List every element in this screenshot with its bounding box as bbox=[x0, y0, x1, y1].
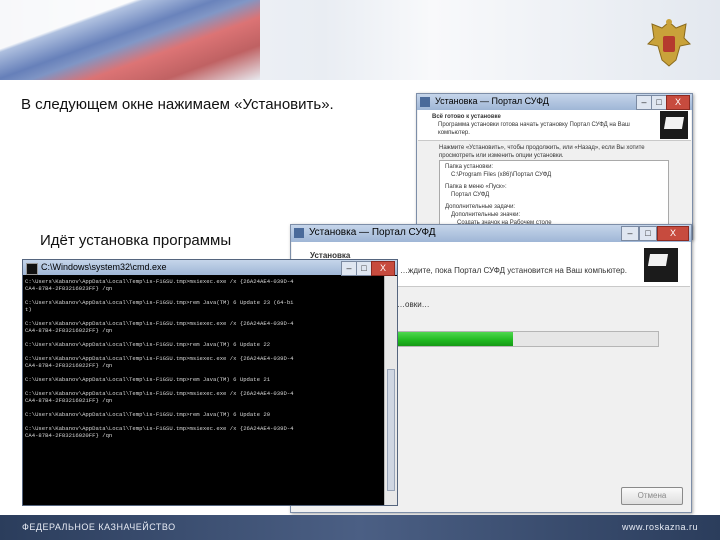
installer-logo-icon bbox=[660, 111, 688, 139]
ready-instruction: Нажмите «Установить», чтобы продолжить, … bbox=[439, 145, 645, 159]
cmd-line: C:\Users\Kabanov\AppData\Local\Temp\is-F… bbox=[25, 341, 271, 348]
cmd-line: C:\Users\Kabanov\AppData\Local\Temp\is-F… bbox=[25, 376, 271, 383]
minimize-button[interactable]: – bbox=[636, 95, 652, 110]
slide-caption-install: В следующем окне нажимаем «Установить». bbox=[21, 96, 334, 113]
ready-window-titlebar[interactable]: Установка — Портал СУФД – □ X bbox=[417, 94, 692, 110]
cmd-scroll-thumb[interactable] bbox=[387, 369, 395, 491]
cmd-line: C:\Users\Kabanov\AppData\Local\Temp\is-F… bbox=[25, 411, 271, 418]
cmd-output: C:\Users\Kabanov\AppData\Local\Temp\is-F… bbox=[23, 276, 385, 505]
footer-org: ФЕДЕРАЛЬНОЕ КАЗНАЧЕЙСТВО bbox=[22, 522, 176, 532]
ready-window-title: Установка — Портал СУФД bbox=[435, 96, 549, 106]
dest-value: C:\Program Files (x86)\Портал СУФД bbox=[451, 172, 552, 178]
dest-label: Папка установки: bbox=[445, 164, 494, 170]
ready-header: Всё готово к установке Программа установ… bbox=[418, 110, 691, 141]
cmd-line: t) bbox=[25, 306, 32, 313]
cmd-line: CA4-87B4-2F83216023FF} /qn bbox=[25, 285, 113, 292]
menu-value: Портал СУФД bbox=[451, 192, 490, 198]
close-button[interactable]: X bbox=[371, 261, 395, 276]
setup-icon bbox=[420, 97, 430, 107]
cmd-line: C:\Users\Kabanov\AppData\Local\Temp\is-F… bbox=[25, 278, 294, 285]
cmd-title: C:\Windows\system32\cmd.exe bbox=[41, 262, 167, 272]
maximize-button[interactable]: □ bbox=[651, 95, 667, 110]
cmd-line: C:\Users\Kabanov\AppData\Local\Temp\is-F… bbox=[25, 390, 294, 397]
close-button[interactable]: X bbox=[666, 95, 690, 110]
setup-icon bbox=[294, 228, 304, 238]
maximize-button[interactable]: □ bbox=[639, 226, 657, 241]
cmd-line bbox=[25, 348, 385, 355]
cmd-line bbox=[25, 383, 385, 390]
cmd-line: CA4-87B4-2F83216022FF} /qn bbox=[25, 362, 113, 369]
cmd-icon bbox=[26, 263, 38, 275]
extra-sub: Дополнительные значки: bbox=[451, 212, 521, 218]
cmd-line bbox=[25, 404, 385, 411]
progress-window-titlebar[interactable]: Установка — Портал СУФД – □ X bbox=[291, 225, 691, 242]
cmd-line: CA4-87B4-2F83216020FF} /qn bbox=[25, 432, 113, 439]
slide-caption-installing: Идёт установка программы bbox=[40, 232, 232, 249]
flag-graphic bbox=[0, 0, 260, 80]
maximize-button[interactable]: □ bbox=[356, 261, 372, 276]
extra-label: Дополнительные задачи: bbox=[445, 204, 516, 210]
cmd-scrollbar[interactable] bbox=[384, 276, 397, 505]
cancel-button[interactable]: Отмена bbox=[621, 487, 683, 505]
ready-subheading: Программа установки готова начать устано… bbox=[438, 122, 630, 136]
progress-subheading: …ждите, пока Портал СУФД установится на … bbox=[400, 266, 627, 275]
cmd-line bbox=[25, 369, 385, 376]
footer-band: ФЕДЕРАЛЬНОЕ КАЗНАЧЕЙСТВО www.roskazna.ru bbox=[0, 515, 720, 540]
cmd-line: C:\Users\Kabanov\AppData\Local\Temp\is-F… bbox=[25, 355, 294, 362]
progress-status: …овки… bbox=[397, 300, 430, 309]
menu-label: Папка в меню «Пуск»: bbox=[445, 184, 507, 190]
cmd-titlebar[interactable]: C:\Windows\system32\cmd.exe – □ X bbox=[23, 260, 397, 276]
installer-logo-icon bbox=[644, 248, 678, 282]
cmd-line: C:\Users\Kabanov\AppData\Local\Temp\is-F… bbox=[25, 320, 294, 327]
cmd-line bbox=[25, 334, 385, 341]
minimize-button[interactable]: – bbox=[341, 261, 357, 276]
cmd-line bbox=[25, 292, 385, 299]
ready-window: Установка — Портал СУФД – □ X Всё готово… bbox=[416, 93, 693, 240]
cmd-line: CA4-87B4-2F83216022FF} /qn bbox=[25, 327, 113, 334]
ready-heading: Всё готово к установке bbox=[432, 114, 501, 120]
cmd-line: CA4-87B4-2F83216021FF} /qn bbox=[25, 397, 113, 404]
cmd-line: C:\Users\Kabanov\AppData\Local\Temp\is-F… bbox=[25, 425, 294, 432]
close-button[interactable]: X bbox=[657, 226, 689, 241]
cmd-line bbox=[25, 418, 385, 425]
cmd-line: C:\Users\Kabanov\AppData\Local\Temp\is-F… bbox=[25, 299, 294, 306]
progress-window-title: Установка — Портал СУФД bbox=[309, 227, 436, 238]
cmd-window: C:\Windows\system32\cmd.exe – □ X C:\Use… bbox=[22, 259, 398, 506]
footer-url: www.roskazna.ru bbox=[621, 522, 698, 532]
cmd-line bbox=[25, 313, 385, 320]
minimize-button[interactable]: – bbox=[621, 226, 639, 241]
eagle-emblem-icon bbox=[646, 19, 692, 67]
